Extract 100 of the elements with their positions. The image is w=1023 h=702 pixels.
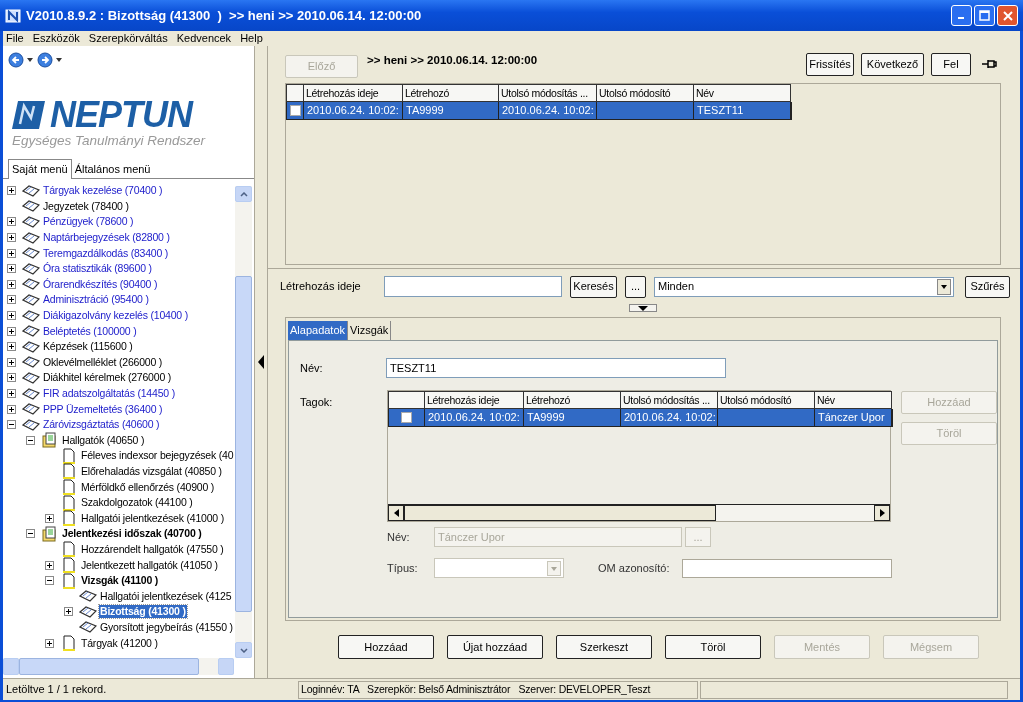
expand-toggle[interactable]: [7, 248, 16, 258]
column-header[interactable]: Név: [694, 84, 791, 102]
tree-item[interactable]: Jegyzetek (78400 ): [42, 199, 130, 213]
tree-item[interactable]: Naptárbejegyzések (82800 ): [42, 231, 171, 245]
horizontal-scrollbar[interactable]: [3, 658, 234, 675]
tree-item[interactable]: Pénzügyek (78600 ): [42, 215, 135, 229]
tree-item[interactable]: Óra statisztikák (89600 ): [42, 262, 153, 276]
tree-item[interactable]: Bizottság (41300 ): [99, 605, 187, 619]
collapse-handle-icon[interactable]: [258, 355, 264, 369]
more-button[interactable]: ...: [625, 275, 646, 298]
row-checkbox[interactable]: [289, 105, 301, 116]
tree-item[interactable]: Jelentkezési időszak (40700 ): [61, 527, 203, 541]
expand-toggle[interactable]: [45, 638, 54, 648]
expand-toggle[interactable]: [7, 311, 16, 321]
tree-item[interactable]: Hozzárendelt hallgatók (47550 ): [80, 542, 225, 556]
expand-toggle[interactable]: [7, 389, 16, 398]
om-id-field[interactable]: [682, 558, 892, 578]
column-header[interactable]: Név: [815, 391, 892, 409]
tree-item[interactable]: Jelentkezett hallgatók (41050 ): [80, 558, 219, 572]
tree-item[interactable]: Órarendkészítés (90400 ): [42, 277, 159, 291]
row-checkbox[interactable]: [401, 412, 412, 423]
tree-item[interactable]: Záróvizsgáztatás (40600 ): [42, 418, 161, 432]
scroll-down-icon[interactable]: [239, 647, 248, 653]
menu-item[interactable]: Eszközök: [32, 30, 80, 47]
tree-item[interactable]: Szakdolgozatok (44100 ): [80, 496, 194, 510]
expand-toggle[interactable]: [64, 607, 73, 617]
tree-item[interactable]: Hallgatói jelentkezések (4125: [99, 589, 233, 603]
column-header[interactable]: Utolsó módosító: [718, 391, 815, 409]
collapse-toggle[interactable]: [26, 435, 35, 445]
menu-item[interactable]: Kedvencek: [176, 30, 232, 47]
horizontal-scrollbar[interactable]: [388, 504, 890, 521]
column-header[interactable]: Létrehozó: [403, 84, 499, 102]
action-button[interactable]: Újat hozzáad: [447, 635, 543, 659]
tree-item[interactable]: Képzések (115600 ): [42, 340, 134, 354]
tree-item[interactable]: Előrehaladás vizsgálat (40850 ): [80, 465, 223, 478]
maximize-button[interactable]: [974, 5, 995, 26]
back-button[interactable]: [8, 51, 33, 68]
action-button[interactable]: Szerkeszt: [556, 635, 652, 659]
expand-toggle[interactable]: [45, 560, 54, 570]
collapse-toggle[interactable]: [26, 529, 35, 539]
tree-item[interactable]: Vizsgák (41100 ): [80, 574, 160, 588]
tree-item[interactable]: Diákigazolvány kezelés (10400 ): [42, 309, 189, 323]
tree-item[interactable]: Beléptetés (100000 ): [42, 324, 138, 338]
expand-toggle[interactable]: [7, 186, 16, 196]
expand-toggle[interactable]: [7, 373, 16, 383]
action-button[interactable]: Hozzáad: [338, 635, 434, 659]
expand-toggle[interactable]: [45, 513, 54, 523]
grid-row[interactable]: 2010.06.24. 10:02: TA9999 2010.06.24. 10:02: Tánczer Upor: [388, 409, 893, 427]
close-button[interactable]: [997, 5, 1018, 26]
collapse-toggle[interactable]: [7, 420, 16, 430]
column-header[interactable]: Létrehozás ideje: [425, 391, 524, 409]
tree-item[interactable]: PPP Üzemeltetés (36400 ): [42, 402, 164, 416]
toolbar-button[interactable]: Fel: [931, 53, 971, 76]
pin-icon[interactable]: [981, 58, 997, 70]
expand-toggle[interactable]: [7, 326, 16, 336]
menu-tab[interactable]: Általános menü: [71, 160, 154, 178]
tree-item[interactable]: Oklevélmelléklet (266000 ): [42, 355, 164, 369]
tree-item[interactable]: Tárgyak (41200 ): [80, 636, 159, 650]
menu-item[interactable]: File: [6, 30, 24, 47]
expand-toggle[interactable]: [7, 279, 16, 289]
expand-toggle[interactable]: [7, 295, 16, 305]
expand-toggle[interactable]: [7, 264, 16, 274]
column-header[interactable]: Utolsó módosító: [597, 84, 694, 102]
menu-item[interactable]: Szerepkörváltás: [88, 30, 168, 47]
scroll-left-icon[interactable]: [393, 509, 399, 517]
detail-tab[interactable]: Alapadatok: [288, 321, 349, 340]
column-header[interactable]: Létrehozó: [524, 391, 621, 409]
column-header[interactable]: Létrehozás ideje: [304, 84, 403, 102]
tree-item[interactable]: Gyorsított jegybeírás (41550 ): [99, 620, 234, 634]
tree-item[interactable]: Tárgyak kezelése (70400 ): [42, 184, 164, 198]
filter-dropdown[interactable]: Minden: [654, 276, 954, 297]
tree-item[interactable]: Hallgatói jelentkezések (41000 ): [80, 511, 226, 525]
grid-row[interactable]: 2010.06.24. 10:02: TA9999 2010.06.24. 10:02: TESZT11: [286, 102, 792, 120]
tree-item[interactable]: Mérföldkő ellenőrzés (40900 ): [80, 480, 216, 494]
tree-item[interactable]: Adminisztráció (95400 ): [42, 293, 150, 307]
expand-toggle[interactable]: [7, 342, 16, 352]
action-button[interactable]: Töröl: [665, 635, 761, 659]
expand-toggle[interactable]: [7, 233, 16, 243]
scroll-up-icon[interactable]: [239, 191, 248, 197]
filter-button[interactable]: Szűrés: [965, 275, 1010, 298]
tree-item[interactable]: Diákhitel kérelmek (276000 ): [42, 371, 173, 385]
toolbar-button[interactable]: Következő: [861, 53, 924, 76]
tree-item[interactable]: Hallgatók (40650 ): [61, 433, 146, 447]
vertical-scrollbar[interactable]: [235, 186, 252, 658]
menu-item[interactable]: Help: [240, 30, 263, 47]
tree-item[interactable]: Féleves indexsor bejegyzések (40: [80, 449, 235, 463]
minimize-button[interactable]: [951, 5, 972, 26]
name-field[interactable]: TESZT11: [386, 358, 726, 378]
menu-tab[interactable]: Saját menü: [8, 159, 72, 179]
expand-toggle[interactable]: [7, 217, 16, 227]
date-field[interactable]: [384, 276, 562, 297]
scroll-right-icon[interactable]: [879, 509, 885, 517]
tree-item[interactable]: FIR adatszolgáltatás (14450 ): [42, 387, 176, 400]
expand-toggle[interactable]: [7, 357, 16, 367]
toolbar-button[interactable]: Frissítés: [806, 53, 854, 76]
expand-toggle[interactable]: [7, 404, 16, 414]
collapse-button[interactable]: [629, 304, 657, 312]
column-header[interactable]: Utolsó módosítás ...: [621, 391, 718, 409]
column-header[interactable]: Utolsó módosítás ...: [499, 84, 597, 102]
search-button[interactable]: Keresés: [570, 275, 617, 298]
